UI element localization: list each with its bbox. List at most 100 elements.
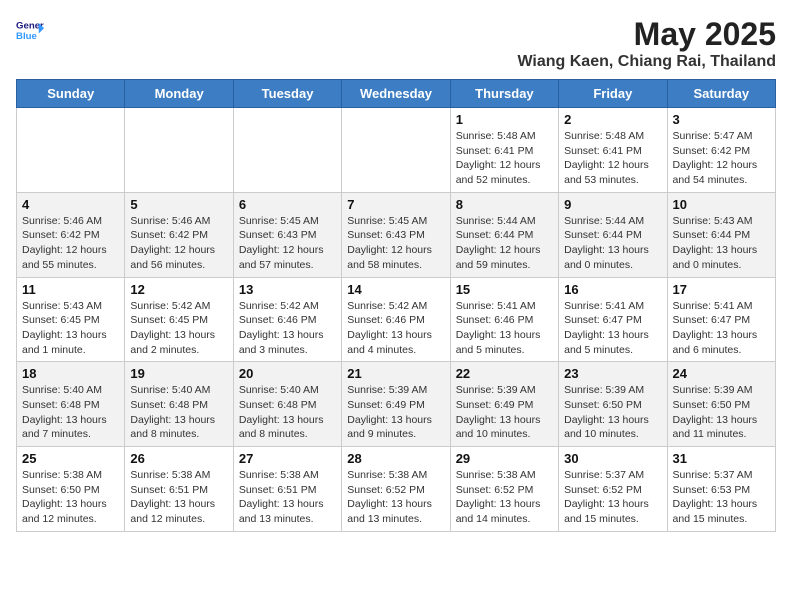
- day-info: Sunrise: 5:45 AMSunset: 6:43 PMDaylight:…: [347, 214, 444, 273]
- day-info: Sunrise: 5:45 AMSunset: 6:43 PMDaylight:…: [239, 214, 336, 273]
- day-number: 2: [564, 112, 661, 127]
- day-number: 9: [564, 197, 661, 212]
- calendar-cell: 14 Sunrise: 5:42 AMSunset: 6:46 PMDayligh…: [342, 277, 450, 362]
- calendar-cell: 25Sunrise: 5:38 AMSunset: 6:50 PMDayligh…: [17, 447, 125, 532]
- days-header-row: SundayMondayTuesdayWednesdayThursdayFrid…: [17, 80, 776, 108]
- day-number: 10: [673, 197, 770, 212]
- day-info: Sunrise: 5:41 AMSunset: 6:47 PMDaylight:…: [673, 299, 770, 358]
- day-number: 24: [673, 366, 770, 381]
- day-info: Sunrise: 5:40 AMSunset: 6:48 PMDaylight:…: [22, 383, 119, 442]
- day-header-monday: Monday: [125, 80, 233, 108]
- day-info: Sunrise: 5:38 AMSunset: 6:52 PMDaylight:…: [347, 468, 444, 527]
- week-row-5: 25Sunrise: 5:38 AMSunset: 6:50 PMDayligh…: [17, 447, 776, 532]
- day-info: Sunrise: 5:38 AMSunset: 6:51 PMDaylight:…: [130, 468, 227, 527]
- calendar-cell: [125, 108, 233, 193]
- day-info: Sunrise: 5:46 AMSunset: 6:42 PMDaylight:…: [22, 214, 119, 273]
- week-row-2: 4 Sunrise: 5:46 AMSunset: 6:42 PMDaylight…: [17, 192, 776, 277]
- day-number: 20: [239, 366, 336, 381]
- calendar-cell: [17, 108, 125, 193]
- calendar-cell: 3 Sunrise: 5:47 AMSunset: 6:42 PMDaylight…: [667, 108, 775, 193]
- day-header-tuesday: Tuesday: [233, 80, 341, 108]
- day-number: 5: [130, 197, 227, 212]
- day-number: 3: [673, 112, 770, 127]
- calendar-cell: 23 Sunrise: 5:39 AMSunset: 6:50 PMDayligh…: [559, 362, 667, 447]
- day-info: Sunrise: 5:37 AMSunset: 6:52 PMDaylight:…: [564, 468, 661, 527]
- day-info: Sunrise: 5:47 AMSunset: 6:42 PMDaylight:…: [673, 129, 770, 188]
- calendar-cell: 11Sunrise: 5:43 AMSunset: 6:45 PMDayligh…: [17, 277, 125, 362]
- day-info: Sunrise: 5:42 AMSunset: 6:46 PMDaylight:…: [347, 299, 444, 358]
- day-info: Sunrise: 5:39 AMSunset: 6:50 PMDaylight:…: [564, 383, 661, 442]
- day-number: 21: [347, 366, 444, 381]
- day-number: 6: [239, 197, 336, 212]
- calendar-cell: 28 Sunrise: 5:38 AMSunset: 6:52 PMDayligh…: [342, 447, 450, 532]
- day-number: 26: [130, 451, 227, 466]
- calendar-cell: 26 Sunrise: 5:38 AMSunset: 6:51 PMDayligh…: [125, 447, 233, 532]
- day-number: 30: [564, 451, 661, 466]
- day-info: Sunrise: 5:39 AMSunset: 6:50 PMDaylight:…: [673, 383, 770, 442]
- logo: General Blue: [16, 16, 44, 44]
- calendar-cell: 15 Sunrise: 5:41 AMSunset: 6:46 PMDayligh…: [450, 277, 558, 362]
- calendar-cell: 12Sunrise: 5:42 AMSunset: 6:45 PMDayligh…: [125, 277, 233, 362]
- calendar-cell: 5 Sunrise: 5:46 AMSunset: 6:42 PMDaylight…: [125, 192, 233, 277]
- day-number: 7: [347, 197, 444, 212]
- calendar-cell: [342, 108, 450, 193]
- day-number: 12: [130, 282, 227, 297]
- day-number: 31: [673, 451, 770, 466]
- calendar-cell: 30 Sunrise: 5:37 AMSunset: 6:52 PMDayligh…: [559, 447, 667, 532]
- calendar-cell: 9 Sunrise: 5:44 AMSunset: 6:44 PMDaylight…: [559, 192, 667, 277]
- day-number: 8: [456, 197, 553, 212]
- day-number: 29: [456, 451, 553, 466]
- calendar-cell: 13 Sunrise: 5:42 AMSunset: 6:46 PMDayligh…: [233, 277, 341, 362]
- calendar-cell: [233, 108, 341, 193]
- calendar-cell: 29 Sunrise: 5:38 AMSunset: 6:52 PMDayligh…: [450, 447, 558, 532]
- day-info: Sunrise: 5:40 AMSunset: 6:48 PMDaylight:…: [130, 383, 227, 442]
- calendar-cell: 22Sunrise: 5:39 AMSunset: 6:49 PMDayligh…: [450, 362, 558, 447]
- calendar-cell: 2 Sunrise: 5:48 AMSunset: 6:41 PMDaylight…: [559, 108, 667, 193]
- day-info: Sunrise: 5:43 AMSunset: 6:45 PMDaylight:…: [22, 299, 119, 358]
- day-info: Sunrise: 5:39 AMSunset: 6:49 PMDaylight:…: [347, 383, 444, 442]
- day-info: Sunrise: 5:40 AMSunset: 6:48 PMDaylight:…: [239, 383, 336, 442]
- day-number: 13: [239, 282, 336, 297]
- week-row-1: 1Sunrise: 5:48 AMSunset: 6:41 PMDaylight…: [17, 108, 776, 193]
- day-number: 14: [347, 282, 444, 297]
- calendar-cell: 1Sunrise: 5:48 AMSunset: 6:41 PMDaylight…: [450, 108, 558, 193]
- day-number: 27: [239, 451, 336, 466]
- day-info: Sunrise: 5:48 AMSunset: 6:41 PMDaylight:…: [456, 129, 553, 188]
- day-header-friday: Friday: [559, 80, 667, 108]
- day-info: Sunrise: 5:46 AMSunset: 6:42 PMDaylight:…: [130, 214, 227, 273]
- calendar-cell: 17 Sunrise: 5:41 AMSunset: 6:47 PMDayligh…: [667, 277, 775, 362]
- day-number: 4: [22, 197, 119, 212]
- day-number: 15: [456, 282, 553, 297]
- day-number: 18: [22, 366, 119, 381]
- calendar-cell: 27Sunrise: 5:38 AMSunset: 6:51 PMDayligh…: [233, 447, 341, 532]
- calendar-cell: 20 Sunrise: 5:40 AMSunset: 6:48 PMDayligh…: [233, 362, 341, 447]
- calendar-cell: 21 Sunrise: 5:39 AMSunset: 6:49 PMDayligh…: [342, 362, 450, 447]
- day-info: Sunrise: 5:42 AMSunset: 6:46 PMDaylight:…: [239, 299, 336, 358]
- main-title: May 2025: [517, 16, 776, 53]
- day-info: Sunrise: 5:44 AMSunset: 6:44 PMDaylight:…: [564, 214, 661, 273]
- day-info: Sunrise: 5:43 AMSunset: 6:44 PMDaylight:…: [673, 214, 770, 273]
- svg-text:Blue: Blue: [16, 31, 37, 42]
- day-info: Sunrise: 5:48 AMSunset: 6:41 PMDaylight:…: [564, 129, 661, 188]
- calendar-cell: 8Sunrise: 5:44 AMSunset: 6:44 PMDaylight…: [450, 192, 558, 277]
- day-info: Sunrise: 5:41 AMSunset: 6:46 PMDaylight:…: [456, 299, 553, 358]
- day-info: Sunrise: 5:39 AMSunset: 6:49 PMDaylight:…: [456, 383, 553, 442]
- day-number: 16: [564, 282, 661, 297]
- day-info: Sunrise: 5:37 AMSunset: 6:53 PMDaylight:…: [673, 468, 770, 527]
- day-info: Sunrise: 5:41 AMSunset: 6:47 PMDaylight:…: [564, 299, 661, 358]
- calendar-cell: 6 Sunrise: 5:45 AMSunset: 6:43 PMDaylight…: [233, 192, 341, 277]
- day-number: 28: [347, 451, 444, 466]
- calendar-cell: 7 Sunrise: 5:45 AMSunset: 6:43 PMDaylight…: [342, 192, 450, 277]
- calendar-cell: 24 Sunrise: 5:39 AMSunset: 6:50 PMDayligh…: [667, 362, 775, 447]
- calendar-cell: 31 Sunrise: 5:37 AMSunset: 6:53 PMDayligh…: [667, 447, 775, 532]
- day-info: Sunrise: 5:38 AMSunset: 6:50 PMDaylight:…: [22, 468, 119, 527]
- day-info: Sunrise: 5:38 AMSunset: 6:52 PMDaylight:…: [456, 468, 553, 527]
- calendar-cell: 4 Sunrise: 5:46 AMSunset: 6:42 PMDaylight…: [17, 192, 125, 277]
- page-header: General Blue May 2025 Wiang Kaen, Chiang…: [16, 16, 776, 71]
- week-row-4: 18 Sunrise: 5:40 AMSunset: 6:48 PMDayligh…: [17, 362, 776, 447]
- day-number: 23: [564, 366, 661, 381]
- calendar-cell: 19Sunrise: 5:40 AMSunset: 6:48 PMDayligh…: [125, 362, 233, 447]
- day-header-sunday: Sunday: [17, 80, 125, 108]
- calendar-cell: 10 Sunrise: 5:43 AMSunset: 6:44 PMDayligh…: [667, 192, 775, 277]
- day-number: 17: [673, 282, 770, 297]
